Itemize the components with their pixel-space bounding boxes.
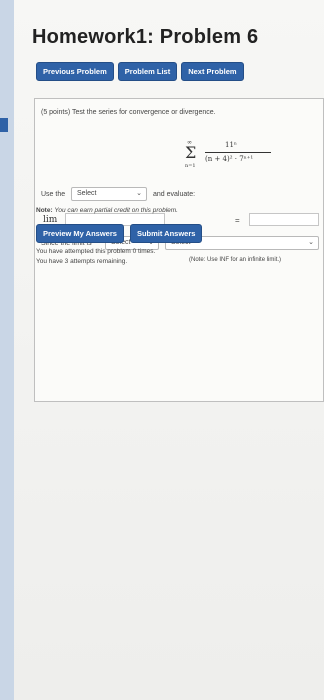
- left-margin: [0, 0, 14, 700]
- next-problem-button[interactable]: Next Problem: [181, 62, 244, 81]
- problem-prompt: (5 points) Test the series for convergen…: [41, 109, 216, 116]
- problem-list-button[interactable]: Problem List: [117, 62, 178, 81]
- answer-buttons: Preview My Answers Submit Answers: [36, 224, 203, 243]
- page-title: Homework1: Problem 6: [32, 26, 259, 48]
- attempts-made-text: You have attempted this problem 0 times.: [36, 248, 156, 255]
- and-evaluate-label: and evaluate:: [153, 191, 196, 198]
- test-select[interactable]: Select ⌄: [71, 187, 147, 201]
- previous-problem-button[interactable]: Previous Problem: [36, 62, 114, 81]
- series-expression: ∞ Σ n=1 11ⁿ (n + 4)² · 7ⁿ⁺¹: [185, 137, 315, 177]
- limit-value-input[interactable]: [249, 213, 319, 226]
- use-the-label: Use the: [41, 191, 66, 198]
- problem-nav: Previous Problem Problem List Next Probl…: [36, 62, 244, 81]
- chevron-down-icon: ⌄: [308, 239, 314, 246]
- note-text: You can earn partial credit on this prob…: [54, 207, 178, 214]
- series-denominator: (n + 4)² · 7ⁿ⁺¹: [205, 155, 254, 163]
- submit-answers-button[interactable]: Submit Answers: [129, 224, 203, 243]
- series-numerator: 11ⁿ: [225, 141, 237, 149]
- left-indicator: [0, 118, 8, 132]
- note-label: Note:: [36, 207, 53, 214]
- fraction-bar: [205, 152, 271, 153]
- sum-lower-limit: n=1: [185, 163, 196, 169]
- chevron-down-icon: ⌄: [136, 190, 142, 197]
- sigma-symbol: Σ: [185, 143, 197, 162]
- attempts-remaining-text: You have 3 attempts remaining.: [36, 258, 128, 265]
- partial-credit-note: Note: You can earn partial credit on thi…: [36, 207, 178, 214]
- preview-answers-button[interactable]: Preview My Answers: [36, 224, 124, 243]
- test-select-value: Select: [77, 190, 97, 197]
- page-content: Homework1: Problem 6 Previous Problem Pr…: [14, 0, 324, 700]
- equals-sign: =: [235, 216, 240, 225]
- infinite-limit-note: (Note: Use INF for an infinite limit.): [189, 257, 282, 263]
